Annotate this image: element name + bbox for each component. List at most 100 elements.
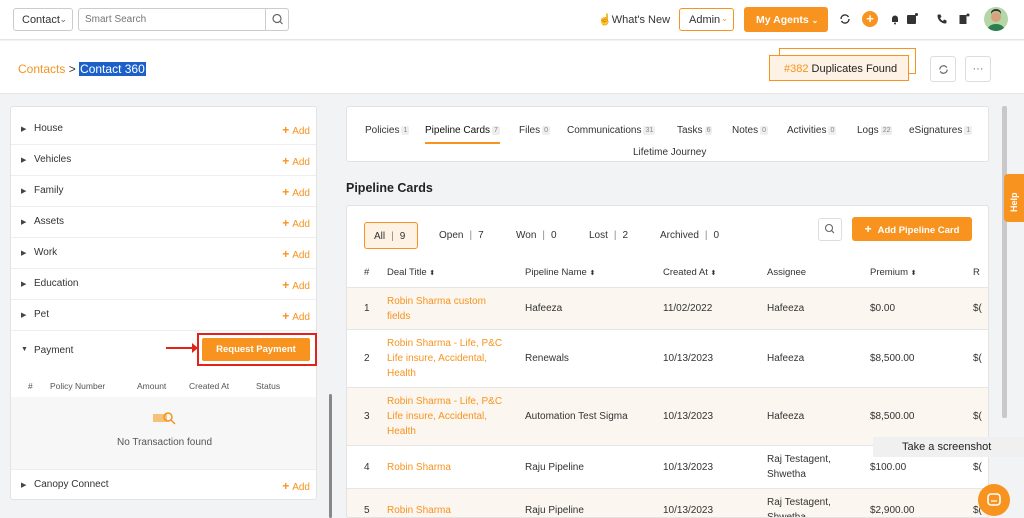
add-pipeline-card-button[interactable]: + Add Pipeline Card (852, 217, 972, 241)
sync-icon[interactable] (839, 13, 851, 25)
whats-new-link[interactable]: ☝What's New (598, 13, 670, 26)
filter-all[interactable]: All | 9 (364, 222, 418, 249)
deal-title-link[interactable]: Robin Sharma - Life, P&C Life insure, Ac… (387, 336, 515, 381)
add-vehicles-button[interactable]: + Add (282, 154, 310, 168)
tab-logs[interactable]: Logs 22 (857, 125, 893, 136)
truncated-cell: $( (973, 353, 982, 364)
pipeline-name: Renewals (525, 353, 569, 364)
chat-button[interactable] (978, 484, 1010, 516)
add-family-button[interactable]: + Add (282, 185, 310, 199)
left-scrollbar[interactable] (329, 394, 332, 518)
filter-lost[interactable]: Lost | 2 (589, 222, 628, 249)
avatar[interactable] (984, 7, 1008, 31)
sort-icon: ⬍ (710, 270, 717, 277)
caret-right-icon: ▶ (21, 157, 27, 164)
more-options-button[interactable]: ··· (965, 56, 991, 82)
tasks-icon[interactable] (958, 13, 970, 25)
add-house-button[interactable]: + Add (282, 123, 310, 137)
section-label: Canopy Connect (34, 479, 109, 490)
section-row-house[interactable]: ▶ House + Add (11, 114, 316, 145)
add-work-button[interactable]: + Add (282, 247, 310, 261)
help-tab[interactable]: Help (1004, 174, 1024, 222)
column-header: R (973, 267, 980, 278)
tab-files[interactable]: Files 0 (519, 125, 551, 136)
tab-tasks[interactable]: Tasks 6 (677, 125, 713, 136)
column-header-premium[interactable]: Premium ⬍ (870, 267, 917, 278)
truncated-cell: $( (973, 462, 982, 473)
search-input[interactable] (79, 9, 264, 30)
quick-add-button[interactable]: + (862, 11, 878, 27)
table-row[interactable]: 2 Robin Sharma - Life, P&C Life insure, … (347, 330, 988, 388)
premium: $8,500.00 (870, 411, 915, 422)
table-row[interactable]: 1 Robin Sharma custom fields Hafeeza 11/… (347, 288, 988, 330)
search-button[interactable] (265, 9, 288, 30)
assignee: Raj Testagent, Shwetha (767, 497, 831, 518)
section-row-canopy-connect[interactable]: ▶ Canopy Connect + Add (11, 469, 316, 499)
column-header-pipeline-name[interactable]: Pipeline Name ⬍ (525, 267, 595, 278)
caret-right-icon: ▶ (21, 312, 27, 319)
add-assets-button[interactable]: + Add (282, 216, 310, 230)
row-number: 5 (364, 505, 370, 516)
caret-right-icon: ▶ (21, 281, 27, 288)
table-header: # Deal Title ⬍ Pipeline Name ⬍ Created A… (347, 258, 988, 288)
entity-select-value: Contact (22, 14, 60, 26)
created-at: 11/02/2022 (663, 303, 713, 314)
filter-open[interactable]: Open | 7 (439, 222, 484, 249)
assignee: Hafeeza (767, 353, 805, 364)
filter-archived[interactable]: Archived | 0 (660, 222, 719, 249)
ellipsis-icon: ··· (972, 63, 984, 75)
breadcrumb-contacts[interactable]: Contacts (18, 62, 65, 76)
refresh-button[interactable] (930, 56, 956, 82)
tab-policies[interactable]: Policies 1 (365, 125, 410, 136)
caret-right-icon: ▶ (21, 250, 27, 257)
breadcrumb-separator: > (65, 62, 80, 76)
section-label: Family (34, 185, 64, 196)
duplicates-label: Duplicates Found (808, 63, 898, 75)
section-row-vehicles[interactable]: ▶ Vehicles + Add (11, 145, 316, 176)
column-header-deal-title[interactable]: Deal Title ⬍ (387, 267, 435, 278)
tab-communications[interactable]: Communications 31 (567, 125, 656, 136)
section-row-pet[interactable]: ▶ Pet + Add (11, 300, 316, 331)
pipeline-search-button[interactable] (818, 218, 842, 241)
main-scrollbar[interactable] (1002, 106, 1007, 418)
caret-down-icon: ▼ (21, 346, 28, 353)
caret-right-icon: ▶ (21, 219, 27, 226)
pipeline-name: Automation Test Sigma (525, 411, 628, 422)
phone-icon[interactable] (936, 13, 948, 25)
deal-title-link[interactable]: Robin Sharma (387, 503, 451, 517)
request-payment-button[interactable]: Request Payment (202, 338, 310, 361)
section-row-education[interactable]: ▶ Education + Add (11, 269, 316, 300)
my-agents-button[interactable]: My Agents ⌄ (744, 7, 828, 32)
assignee: Hafeeza (767, 303, 805, 314)
add-pet-button[interactable]: + Add (282, 309, 310, 323)
deal-title-link[interactable]: Robin Sharma (387, 460, 451, 475)
tab-activities[interactable]: Activities 0 (787, 125, 837, 136)
add-education-button[interactable]: + Add (282, 278, 310, 292)
top-bar: Contact ⌄ ☝What's New Admin ⌄ My Agents … (0, 0, 1024, 40)
table-row[interactable]: 5 Robin Sharma Raju Pipeline 10/13/2023 … (347, 489, 988, 518)
filter-won[interactable]: Won | 0 (516, 222, 557, 249)
contact-details-panel: ▶ House + Add ▶ Vehicles + Add ▶ Family + Add ▶ As… (10, 106, 317, 500)
column-header: # (28, 381, 33, 391)
duplicates-found-badge[interactable]: #382 Duplicates Found (769, 55, 909, 81)
deal-title-link[interactable]: Robin Sharma custom fields (387, 294, 512, 324)
chevron-down-icon: ⌄ (59, 14, 67, 24)
user-avatar-icon (987, 9, 1005, 31)
tab-pipeline-cards[interactable]: Pipeline Cards 7 (425, 125, 500, 144)
section-row-family[interactable]: ▶ Family + Add (11, 176, 316, 207)
tab-notes[interactable]: Notes 0 (732, 125, 769, 136)
assignee: Hafeeza (767, 411, 805, 422)
tab-lifetime-journey[interactable]: Lifetime Journey (633, 147, 706, 158)
add-canopy-connect-button[interactable]: + Add (282, 479, 310, 493)
truncated-cell: $( (973, 303, 982, 314)
section-row-work[interactable]: ▶ Work + Add (11, 238, 316, 269)
admin-select[interactable]: Admin ⌄ (679, 8, 734, 31)
bell-icon[interactable] (889, 13, 901, 25)
premium: $8,500.00 (870, 353, 915, 364)
tab-esignatures[interactable]: eSignatures 1 (909, 125, 973, 136)
section-row-assets[interactable]: ▶ Assets + Add (11, 207, 316, 238)
column-header-created-at[interactable]: Created At ⬍ (663, 267, 716, 278)
messages-icon[interactable] (906, 13, 918, 25)
entity-select[interactable]: Contact ⌄ (13, 8, 73, 31)
deal-title-link[interactable]: Robin Sharma - Life, P&C Life insure, Ac… (387, 394, 515, 439)
